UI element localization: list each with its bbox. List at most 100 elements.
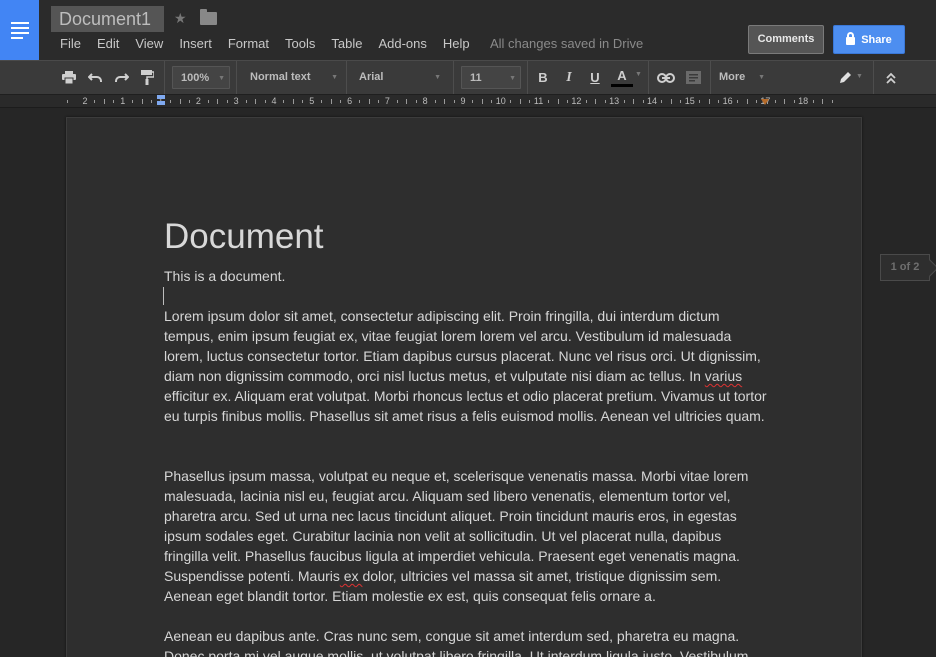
menu-help[interactable]: Help	[435, 35, 478, 52]
more-menu[interactable]: More ▼	[719, 66, 769, 89]
text-color-button[interactable]: A	[608, 61, 636, 94]
text-color-swatch	[611, 83, 633, 87]
ruler-right-margin-marker[interactable]	[761, 99, 769, 105]
ruler-tick	[708, 99, 710, 104]
ruler-tick	[330, 99, 332, 104]
zoom-value: 100%	[181, 72, 210, 84]
ruler-label: 6	[347, 96, 353, 106]
ruler-tick	[737, 100, 739, 103]
ruler-label: 5	[309, 96, 315, 106]
font-value: Arial	[359, 71, 384, 83]
print-icon[interactable]	[58, 61, 80, 94]
underline-button[interactable]: U	[584, 61, 606, 94]
ruler-tick	[141, 99, 143, 104]
menu-table[interactable]: Table	[323, 35, 370, 52]
ruler-tick	[188, 100, 190, 103]
ruler-tick	[170, 100, 172, 103]
style-value: Normal text	[250, 71, 311, 83]
share-button[interactable]: Share	[833, 25, 905, 54]
menu-insert[interactable]: Insert	[171, 35, 220, 52]
pencil-icon[interactable]	[834, 61, 856, 94]
ruler-tick	[415, 100, 417, 103]
redo-icon[interactable]	[110, 61, 132, 94]
menu-tools[interactable]: Tools	[277, 35, 323, 52]
ruler-tick	[321, 100, 323, 103]
ruler-tick	[661, 100, 663, 103]
ruler-tick	[831, 100, 833, 103]
ruler-tick	[103, 99, 105, 104]
ruler-tick	[718, 100, 720, 103]
ruler-tick	[67, 100, 68, 103]
ruler-tick	[472, 100, 474, 103]
ruler-tick	[217, 99, 219, 104]
ruler-label: 12	[571, 96, 582, 106]
ruler-label: 2	[82, 96, 88, 106]
bold-button[interactable]: B	[532, 61, 554, 94]
lock-icon	[846, 32, 856, 45]
ruler-label: 15	[684, 96, 695, 106]
chevron-down-icon: ▼	[758, 74, 765, 81]
ruler-tick	[784, 99, 786, 104]
menu-view[interactable]: View	[127, 35, 171, 52]
chevron-down-icon: ▼	[218, 75, 225, 82]
document-heading: Document	[164, 217, 324, 256]
paragraph: Lorem ipsum dolor sit amet, consectetur …	[164, 308, 767, 424]
collapse-icon[interactable]	[880, 61, 902, 94]
menu-bar: File Edit View Insert Format Tools Table…	[51, 35, 478, 52]
chevron-down-icon: ▼	[331, 74, 338, 81]
spelling-error[interactable]: ex	[340, 568, 363, 584]
ruler-tick	[377, 100, 379, 103]
ruler-label: 1	[120, 96, 126, 106]
ruler-tick	[340, 100, 342, 103]
folder-icon[interactable]	[200, 9, 217, 25]
ruler-tick	[396, 100, 398, 103]
text-color-label: A	[617, 67, 627, 83]
ruler-tick	[226, 100, 228, 103]
font-size-value: 11	[470, 72, 482, 84]
menu-format[interactable]: Format	[220, 35, 277, 52]
ruler-label: 9	[460, 96, 466, 106]
ruler-tick	[623, 100, 625, 103]
zoom-select[interactable]: 100% ▼	[172, 66, 230, 89]
paragraph: Phasellus ipsum massa, volutpat eu neque…	[164, 468, 749, 604]
paint-format-icon[interactable]	[136, 61, 158, 94]
save-status[interactable]: All changes saved in Drive	[490, 35, 643, 52]
spelling-error[interactable]: varius	[705, 368, 742, 384]
ruler-tick	[302, 100, 304, 103]
ruler-tick	[680, 100, 682, 103]
menu-file[interactable]: File	[51, 35, 89, 52]
font-size-select[interactable]: 11 ▼	[461, 66, 521, 89]
ruler-tick	[793, 100, 795, 103]
ruler-tick	[283, 100, 285, 103]
chevron-down-icon: ▼	[509, 75, 516, 82]
menu-edit[interactable]: Edit	[89, 35, 127, 52]
comments-button[interactable]: Comments	[748, 25, 824, 54]
ruler-tick	[368, 99, 370, 104]
ruler-tick	[585, 100, 587, 103]
link-icon[interactable]	[654, 61, 678, 94]
ruler-tick	[406, 99, 408, 104]
chevron-down-icon: ▼	[856, 73, 863, 80]
document-page[interactable]: Document This is a document. Lorem ipsum…	[66, 117, 862, 657]
italic-button[interactable]: I	[558, 61, 580, 94]
menu-addons[interactable]: Add-ons	[370, 35, 434, 52]
ruler-tick	[670, 99, 672, 104]
ruler[interactable]: 21123456789101112131415161718	[0, 95, 936, 108]
ruler-tick	[207, 100, 209, 103]
ruler-tick	[746, 99, 748, 104]
ruler-left-margin-marker[interactable]	[157, 101, 165, 105]
style-select[interactable]: Normal text ▼	[250, 66, 342, 89]
docs-logo-icon[interactable]	[0, 0, 39, 60]
ruler-tick	[519, 99, 521, 104]
star-icon[interactable]: ★	[174, 10, 187, 27]
undo-icon[interactable]	[84, 61, 106, 94]
font-select[interactable]: Arial ▼	[359, 66, 445, 89]
ruler-tick	[179, 99, 181, 104]
comment-icon[interactable]	[682, 61, 704, 94]
ruler-tick	[604, 100, 606, 103]
ruler-indent-marker[interactable]	[157, 95, 165, 99]
ruler-tick	[548, 100, 550, 103]
ruler-tick	[566, 100, 568, 103]
document-title[interactable]: Document1	[51, 6, 164, 32]
ruler-tick	[255, 99, 257, 104]
